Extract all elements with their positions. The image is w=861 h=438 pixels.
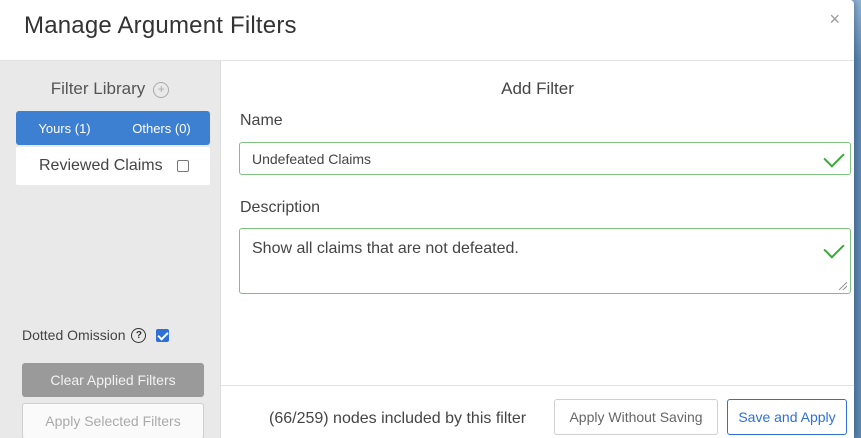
dotted-omission-checkbox[interactable] <box>156 328 170 342</box>
filter-select-checkbox[interactable] <box>176 160 189 172</box>
library-tabs: Yours (1) Others (0) <box>16 111 210 145</box>
name-input[interactable]: Undefeated Claims <box>239 142 851 175</box>
manage-filters-modal: Manage Argument Filters × Filter Library… <box>0 0 854 438</box>
modal-title: Manage Argument Filters <box>24 12 297 39</box>
apply-selected-filters-button[interactable]: Apply Selected Filters <box>22 403 204 438</box>
name-label: Name <box>240 112 283 129</box>
nodes-included-text: (66/259) nodes included by this filter <box>269 410 527 427</box>
apply-without-saving-button[interactable]: Apply Without Saving <box>554 399 718 435</box>
tab-others[interactable]: Others (0) <box>113 111 210 145</box>
dotted-omission-option: Dotted Omission ? <box>22 327 170 343</box>
tab-yours[interactable]: Yours (1) <box>16 111 113 145</box>
name-input-value: Undefeated Claims <box>252 151 372 167</box>
resize-handle-icon[interactable] <box>839 282 847 290</box>
close-icon[interactable]: × <box>829 10 840 28</box>
add-filter-panel: Add Filter Name Undefeated Claims Descri… <box>221 61 854 438</box>
clear-applied-filters-button[interactable]: Clear Applied Filters <box>22 363 204 397</box>
modal-footer: (66/259) nodes included by this filter A… <box>221 385 854 438</box>
add-filter-title: Add Filter <box>501 79 574 98</box>
filter-library-sidebar: Filter Library + Yours (1) Others (0) Rev… <box>0 61 221 438</box>
filter-library-title: Filter Library <box>50 79 146 98</box>
save-and-apply-button[interactable]: Save and Apply <box>727 399 847 435</box>
name-valid-check-icon <box>823 146 845 168</box>
description-textarea-value: Show all claims that are not defeated. <box>252 240 519 257</box>
modal-header: Manage Argument Filters × <box>0 0 854 61</box>
filter-library-header: Filter Library + <box>0 79 220 99</box>
add-filter-icon[interactable]: + <box>153 82 170 98</box>
dotted-omission-label: Dotted Omission <box>22 327 126 343</box>
filter-item-label: Reviewed Claims <box>39 157 163 174</box>
help-icon[interactable]: ? <box>131 327 147 343</box>
description-textarea[interactable]: Show all claims that are not defeated. <box>239 228 851 294</box>
description-valid-check-icon <box>823 237 845 259</box>
filter-item-reviewed-claims[interactable]: Reviewed Claims <box>16 147 210 185</box>
description-label: Description <box>240 199 321 216</box>
